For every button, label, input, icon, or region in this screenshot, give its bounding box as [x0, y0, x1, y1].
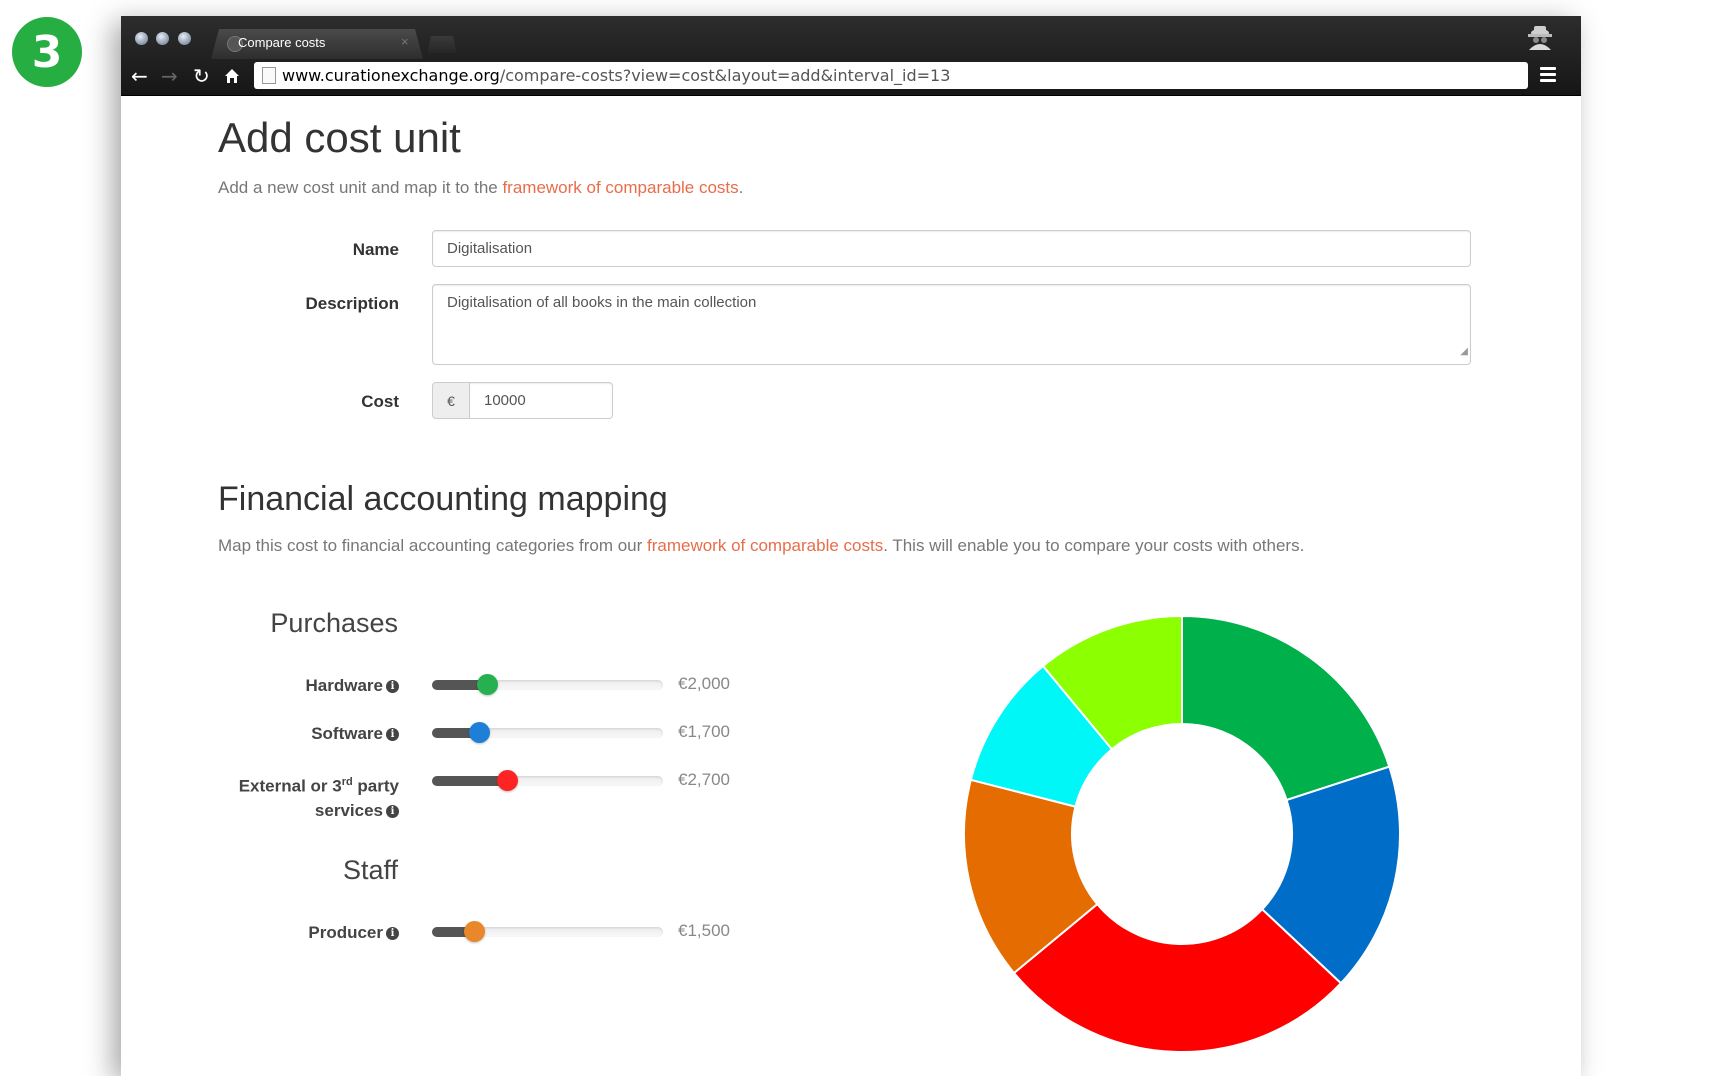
software-value: €1,700: [678, 722, 730, 741]
new-tab-button[interactable]: [427, 36, 457, 53]
slider-handle[interactable]: [497, 770, 518, 791]
staff-heading: Staff: [342, 855, 398, 885]
external-services-slider[interactable]: [432, 770, 663, 791]
software-slider[interactable]: [432, 722, 663, 743]
name-label: Name: [352, 240, 399, 259]
browser-window: Compare costs × ← → ↻ www.curationexchan…: [121, 16, 1581, 1076]
hardware-value: €2,000: [678, 674, 730, 693]
cost-input[interactable]: 10000: [469, 382, 613, 419]
zoom-window-button[interactable]: [178, 32, 191, 45]
step-number-badge: 3: [12, 17, 82, 87]
name-input[interactable]: Digitalisation: [432, 230, 1471, 267]
page-content: Add cost unit Add a new cost unit and ma…: [121, 96, 1581, 1076]
browser-chrome: Compare costs × ← → ↻ www.curationexchan…: [121, 16, 1581, 96]
framework-link[interactable]: framework of comparable costs: [502, 178, 738, 197]
page-title: Add cost unit: [218, 114, 461, 161]
url-text: www.curationexchange.org/compare-costs?v…: [282, 66, 951, 85]
hardware-slider[interactable]: [432, 674, 663, 695]
page-intro: Add a new cost unit and map it to the fr…: [218, 178, 744, 197]
external-services-label: External or 3rd party services i: [238, 776, 399, 820]
address-bar[interactable]: www.curationexchange.org/compare-costs?v…: [254, 62, 1528, 89]
producer-slider[interactable]: [432, 921, 663, 942]
page-icon: [262, 67, 276, 84]
tab-close-icon[interactable]: ×: [401, 34, 409, 49]
incognito-icon: [1528, 26, 1552, 50]
description-label: Description: [305, 294, 399, 313]
description-textarea[interactable]: Digitalisation of all books in the main …: [432, 284, 1471, 365]
cost-donut-chart: [963, 614, 1401, 1053]
info-icon[interactable]: i: [386, 728, 399, 742]
description-text: Digitalisation of all books in the main …: [447, 294, 757, 311]
back-arrow-icon[interactable]: ←: [131, 64, 148, 88]
currency-addon: €: [432, 382, 470, 419]
forward-arrow-icon[interactable]: →: [161, 64, 178, 88]
mapping-title: Financial accounting mapping: [218, 480, 668, 518]
home-icon[interactable]: [224, 68, 240, 84]
close-window-button[interactable]: [135, 32, 148, 45]
donut-segment-green: [1181, 614, 1391, 802]
cost-label: Cost: [361, 392, 399, 411]
hardware-label: Hardware i: [211, 674, 399, 698]
slider-handle[interactable]: [464, 921, 485, 942]
purchases-heading: Purchases: [270, 608, 398, 638]
reload-icon[interactable]: ↻: [193, 64, 210, 88]
info-icon[interactable]: i: [386, 804, 399, 818]
slider-fill: [432, 776, 507, 786]
slider-handle[interactable]: [477, 674, 498, 695]
tab-title: Compare costs: [238, 35, 326, 50]
resize-grip-icon[interactable]: ◢: [1460, 342, 1468, 362]
producer-label: Producer i: [211, 921, 399, 945]
navigation-bar: ← → ↻ www.curationexchange.org/compare-c…: [121, 60, 1581, 94]
hamburger-menu-icon[interactable]: [1540, 67, 1556, 85]
software-label: Software i: [211, 722, 399, 746]
info-icon[interactable]: i: [386, 680, 399, 694]
producer-value: €1,500: [678, 921, 730, 940]
external-services-value: €2,700: [678, 770, 730, 789]
info-icon[interactable]: i: [386, 927, 399, 941]
minimize-window-button[interactable]: [156, 32, 169, 45]
mapping-intro: Map this cost to financial accounting ca…: [218, 536, 1305, 555]
slider-handle[interactable]: [469, 722, 490, 743]
framework-link[interactable]: framework of comparable costs: [647, 536, 883, 555]
